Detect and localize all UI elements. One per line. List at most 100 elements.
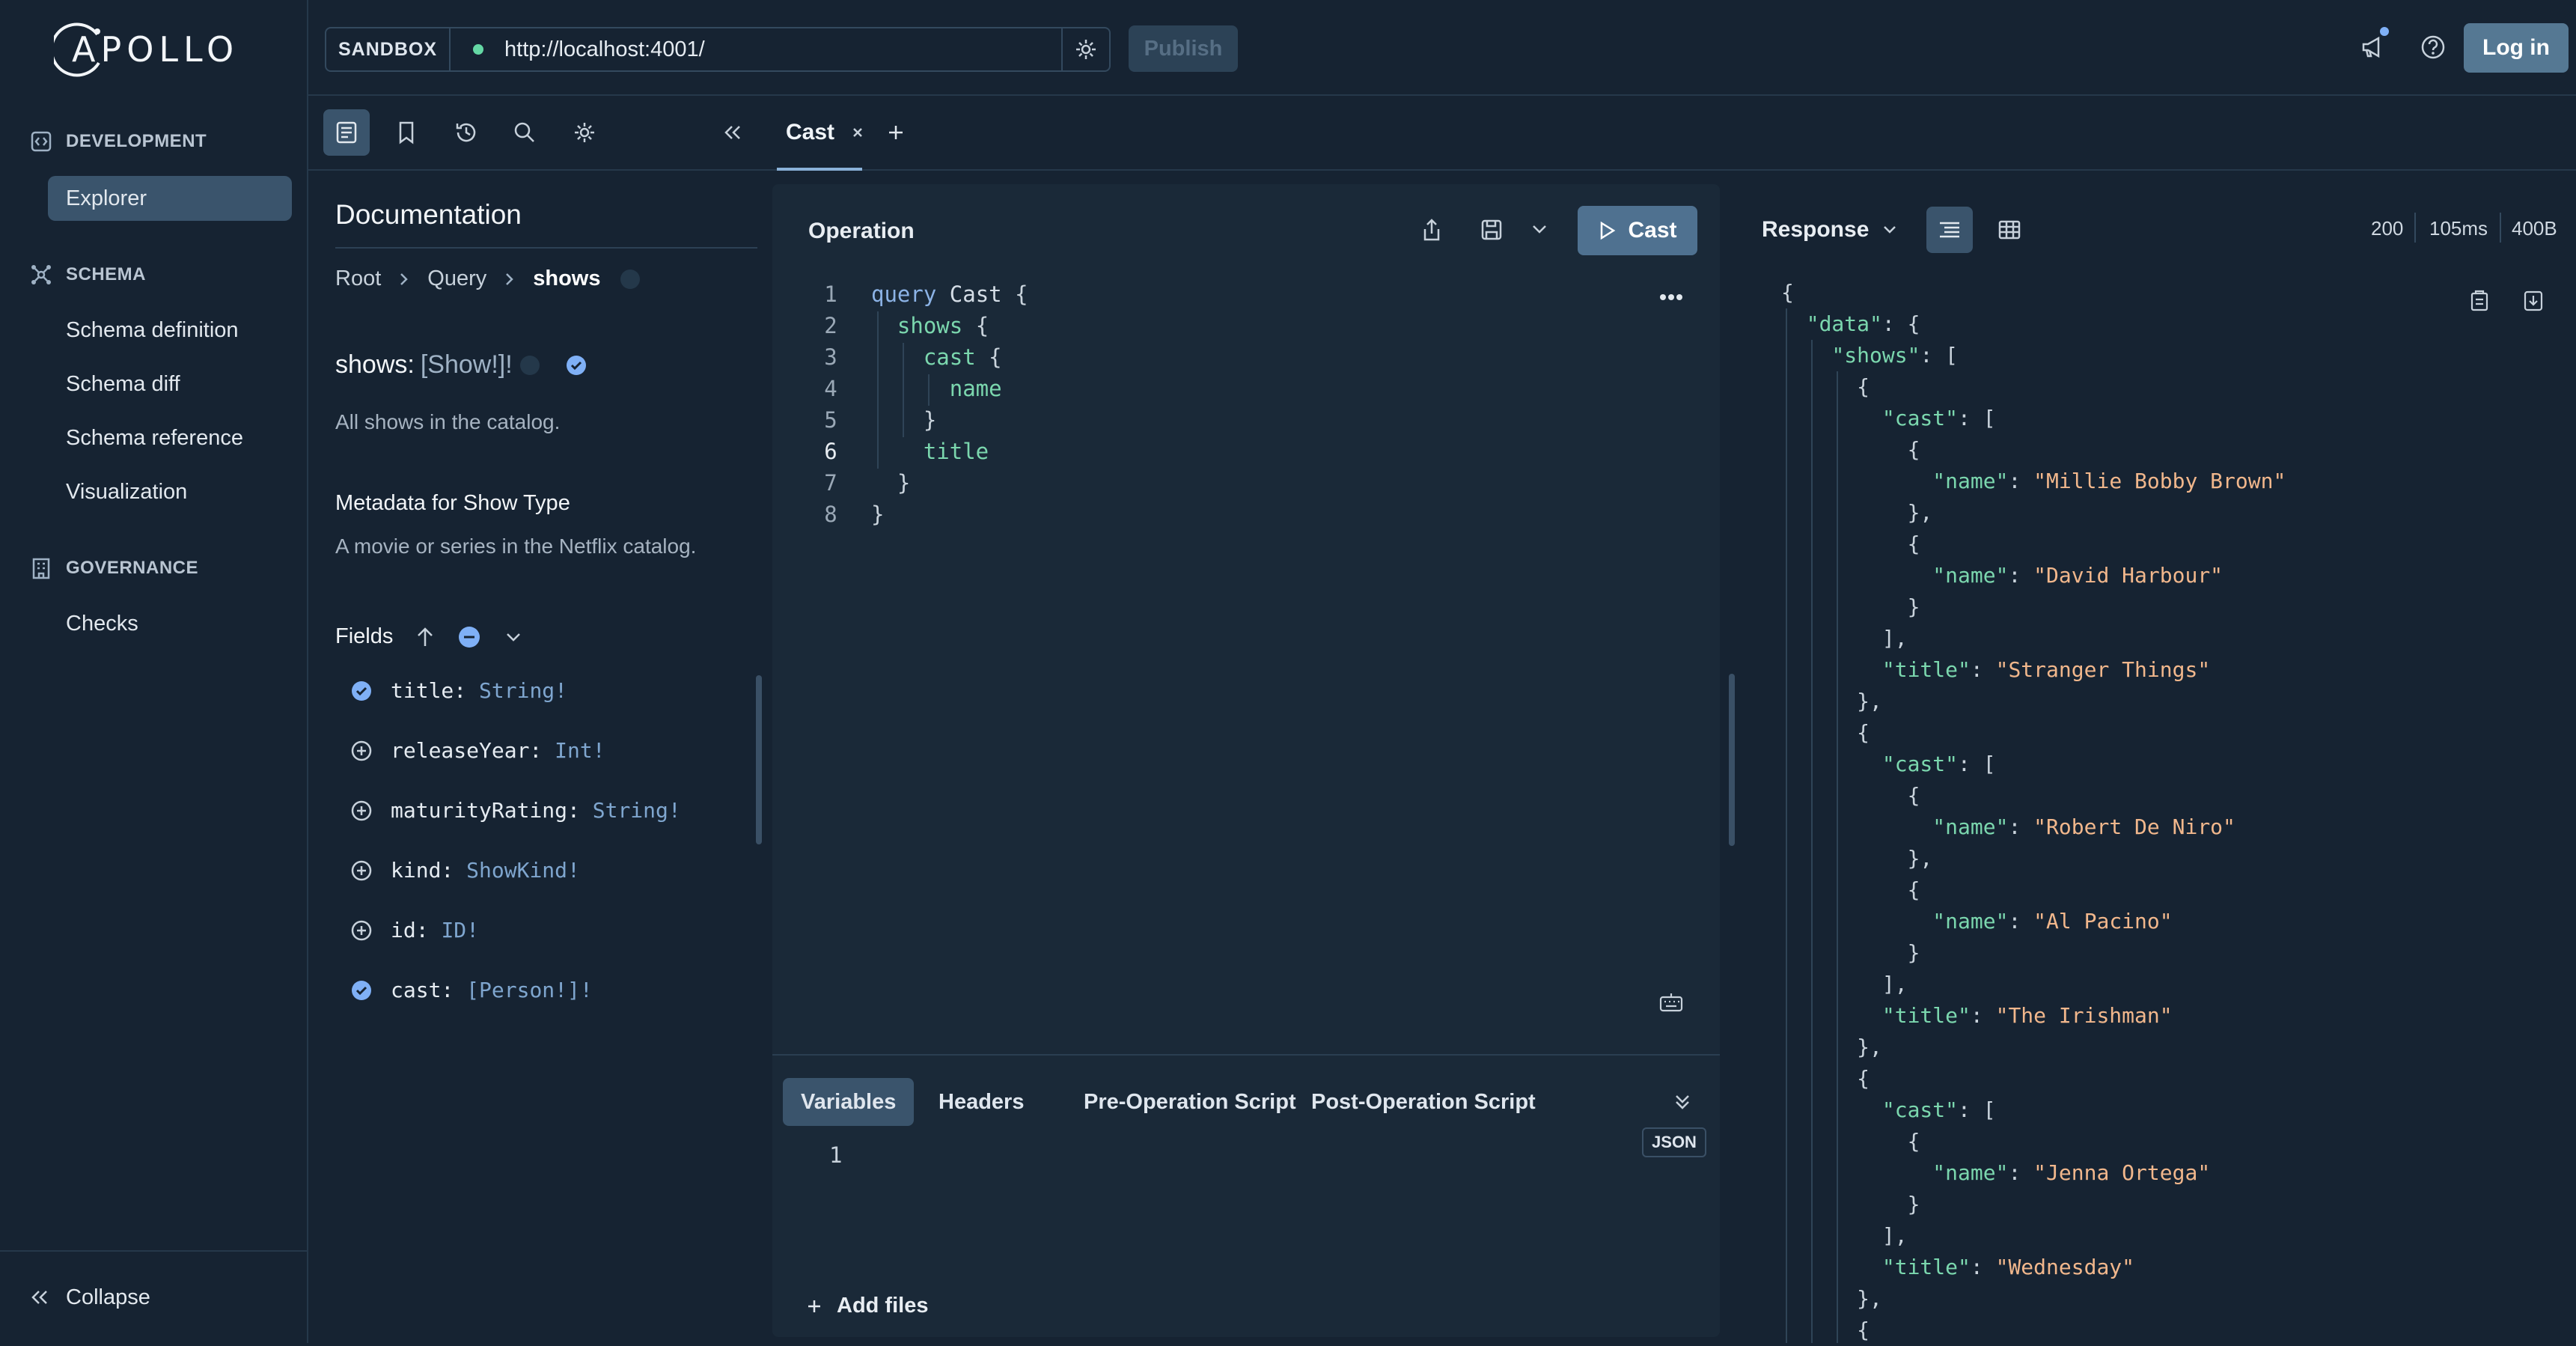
sidebar-item-schema-reference[interactable]: Schema reference bbox=[48, 415, 292, 460]
sidebar-item-explorer[interactable]: Explorer bbox=[48, 176, 292, 221]
sidebar-item-checks[interactable]: Checks bbox=[48, 601, 292, 646]
plus-circle-icon[interactable] bbox=[350, 859, 373, 882]
plus-circle-icon[interactable] bbox=[350, 740, 373, 762]
plus-circle-icon[interactable] bbox=[350, 919, 373, 942]
fields-header: Fields bbox=[335, 624, 523, 649]
help-button[interactable] bbox=[2419, 33, 2447, 65]
field-row-title[interactable]: title: String! bbox=[350, 678, 567, 703]
field-row-type[interactable]: Int! bbox=[555, 738, 605, 763]
collapse-variables-button[interactable] bbox=[1672, 1091, 1693, 1116]
json-line: "name": "David Harbour" bbox=[1932, 563, 2224, 588]
section-development: DEVELOPMENT bbox=[30, 130, 207, 153]
active-tab-indicator bbox=[777, 168, 862, 171]
field-row-type[interactable]: String! bbox=[479, 678, 567, 703]
field-row-releaseYear[interactable]: releaseYear: Int! bbox=[350, 738, 605, 763]
field-row-type[interactable]: String! bbox=[593, 798, 681, 823]
code-bracket-icon bbox=[31, 131, 52, 152]
save-button[interactable] bbox=[1479, 217, 1504, 246]
field-row-id[interactable]: id: ID! bbox=[350, 918, 479, 942]
keyboard-shortcuts-button[interactable] bbox=[1658, 991, 1684, 1017]
json-format-badge[interactable]: JSON bbox=[1642, 1127, 1706, 1157]
endpoint-url-input[interactable]: http://localhost:4001/ bbox=[504, 37, 1061, 62]
endpoint-settings-button[interactable] bbox=[1061, 28, 1109, 70]
chevrons-down-icon bbox=[1676, 1095, 1689, 1109]
sidebar-item-label: Checks bbox=[66, 611, 138, 636]
json-line: "data": { bbox=[1806, 311, 1920, 336]
code-token: { bbox=[975, 313, 989, 338]
share-button[interactable] bbox=[1419, 217, 1444, 246]
close-icon[interactable] bbox=[851, 126, 864, 139]
breadcrumb-query[interactable]: Query bbox=[427, 267, 486, 291]
divider bbox=[2500, 213, 2501, 243]
collapse-docs-button[interactable] bbox=[709, 109, 756, 156]
sidebar-item-schema-diff[interactable]: Schema diff bbox=[48, 362, 292, 406]
run-operation-button[interactable]: Cast bbox=[1578, 206, 1697, 255]
chevron-right-icon bbox=[506, 272, 514, 285]
section-label: SCHEMA bbox=[66, 264, 147, 284]
response-json-viewer[interactable]: { "data": { "shows": [ { "cast": [ { "na… bbox=[1781, 277, 2286, 1346]
chevron-down-icon bbox=[1884, 226, 1896, 234]
collapse-label: Collapse bbox=[66, 1285, 150, 1309]
code-token: { bbox=[989, 344, 1002, 370]
divider bbox=[335, 247, 757, 249]
apollo-logo[interactable]: APOLLO bbox=[54, 19, 239, 79]
tab-cast[interactable]: Cast bbox=[778, 96, 872, 169]
tab-pre-operation-script[interactable]: Pre-Operation Script bbox=[1066, 1078, 1314, 1126]
check-circle-icon[interactable] bbox=[350, 680, 373, 702]
editor-more-button[interactable] bbox=[1658, 292, 1684, 306]
json-line: } bbox=[1781, 1192, 1920, 1216]
sidebar-item-schema-definition[interactable]: Schema definition bbox=[48, 308, 292, 353]
check-circle-icon[interactable] bbox=[565, 354, 587, 377]
tab-headers[interactable]: Headers bbox=[921, 1078, 1042, 1126]
field-row-maturityRating[interactable]: maturityRating: String! bbox=[350, 798, 681, 823]
field-type[interactable]: [Show!]! bbox=[421, 350, 513, 380]
login-button[interactable]: Log in bbox=[2464, 23, 2569, 73]
collapse-button[interactable]: Collapse bbox=[0, 1250, 307, 1343]
apollo-logo-ring-icon bbox=[54, 22, 100, 77]
metadata-description: A movie or series in the Netflix catalog… bbox=[335, 535, 697, 558]
response-selector[interactable]: Response bbox=[1762, 217, 1899, 243]
chevron-down-icon[interactable] bbox=[504, 630, 523, 645]
search-tool-button[interactable] bbox=[501, 109, 548, 156]
add-files-button[interactable]: Add files bbox=[805, 1294, 928, 1318]
breadcrumb-root[interactable]: Root bbox=[335, 267, 381, 291]
field-row-type[interactable]: ShowKind! bbox=[466, 858, 580, 883]
docs-scrollbar[interactable] bbox=[756, 675, 762, 844]
variables-line-number: 1 bbox=[829, 1142, 843, 1168]
field-name: shows: bbox=[335, 350, 415, 379]
json-line: "title": "The Irishman" bbox=[1881, 1003, 2173, 1028]
field-row-kind[interactable]: kind: ShowKind! bbox=[350, 858, 580, 883]
history-tool-button[interactable] bbox=[443, 109, 489, 156]
json-line: "title": "Wednesday" bbox=[1881, 1255, 2135, 1279]
collections-tool-button[interactable] bbox=[383, 109, 430, 156]
field-row-type[interactable]: [Person!]! bbox=[466, 978, 593, 1002]
keyboard-icon bbox=[1659, 993, 1683, 1012]
publish-button[interactable]: Publish bbox=[1129, 25, 1238, 72]
breadcrumb: Root Query shows bbox=[335, 267, 641, 291]
endpoint-bar: SANDBOX http://localhost:4001/ bbox=[325, 27, 1111, 72]
field-row-cast[interactable]: cast: [Person!]! bbox=[350, 978, 593, 1002]
copy-response-button[interactable] bbox=[2468, 289, 2491, 317]
announcements-button[interactable] bbox=[2359, 27, 2389, 65]
field-description: All shows in the catalog. bbox=[335, 410, 561, 433]
field-row-type[interactable]: ID! bbox=[441, 918, 479, 942]
sidebar-item-label: Schema definition bbox=[66, 317, 239, 342]
tab-post-operation-script[interactable]: Post-Operation Script bbox=[1293, 1078, 1554, 1126]
notification-dot bbox=[2380, 27, 2389, 36]
sidebar-item-visualization[interactable]: Visualization bbox=[48, 469, 292, 514]
settings-tool-button[interactable] bbox=[561, 109, 608, 156]
new-tab-button[interactable] bbox=[873, 109, 919, 156]
minus-circle-icon[interactable] bbox=[457, 625, 481, 649]
operation-editor[interactable]: 1 query Cast { 2 shows { 3 cast { 4 name … bbox=[808, 278, 1028, 530]
check-circle-icon[interactable] bbox=[350, 979, 373, 1002]
download-response-button[interactable] bbox=[2522, 289, 2545, 317]
arrow-up-icon[interactable] bbox=[415, 626, 435, 648]
json-line: } bbox=[1781, 594, 1920, 619]
json-view-button[interactable] bbox=[1926, 207, 1973, 253]
table-view-button[interactable] bbox=[1986, 207, 2033, 253]
response-label: Response bbox=[1762, 217, 1870, 242]
documentation-tool-button[interactable] bbox=[323, 109, 370, 156]
save-options-button[interactable] bbox=[1530, 222, 1549, 242]
plus-circle-icon[interactable] bbox=[350, 800, 373, 822]
tab-variables[interactable]: Variables bbox=[783, 1078, 915, 1126]
